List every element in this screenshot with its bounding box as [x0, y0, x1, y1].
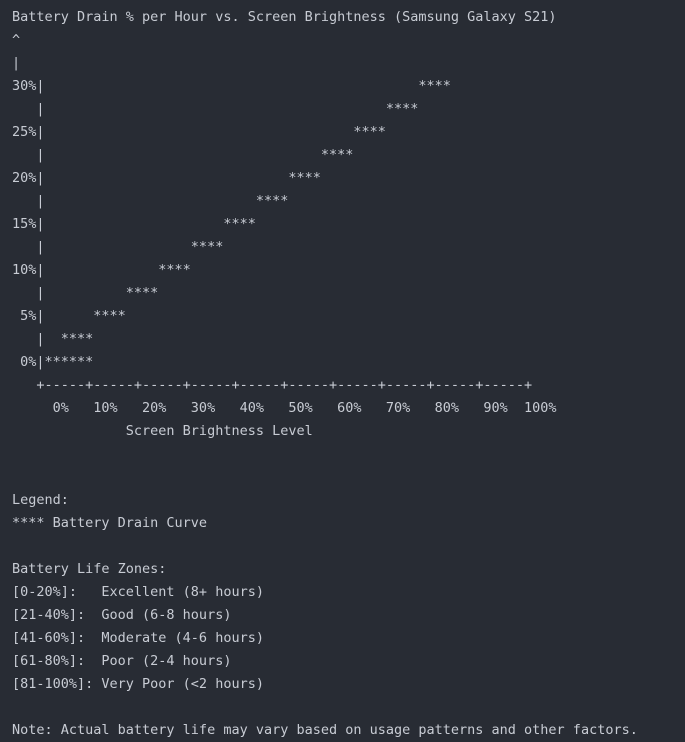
- ascii-chart-canvas: Battery Drain % per Hour vs. Screen Brig…: [12, 9, 638, 738]
